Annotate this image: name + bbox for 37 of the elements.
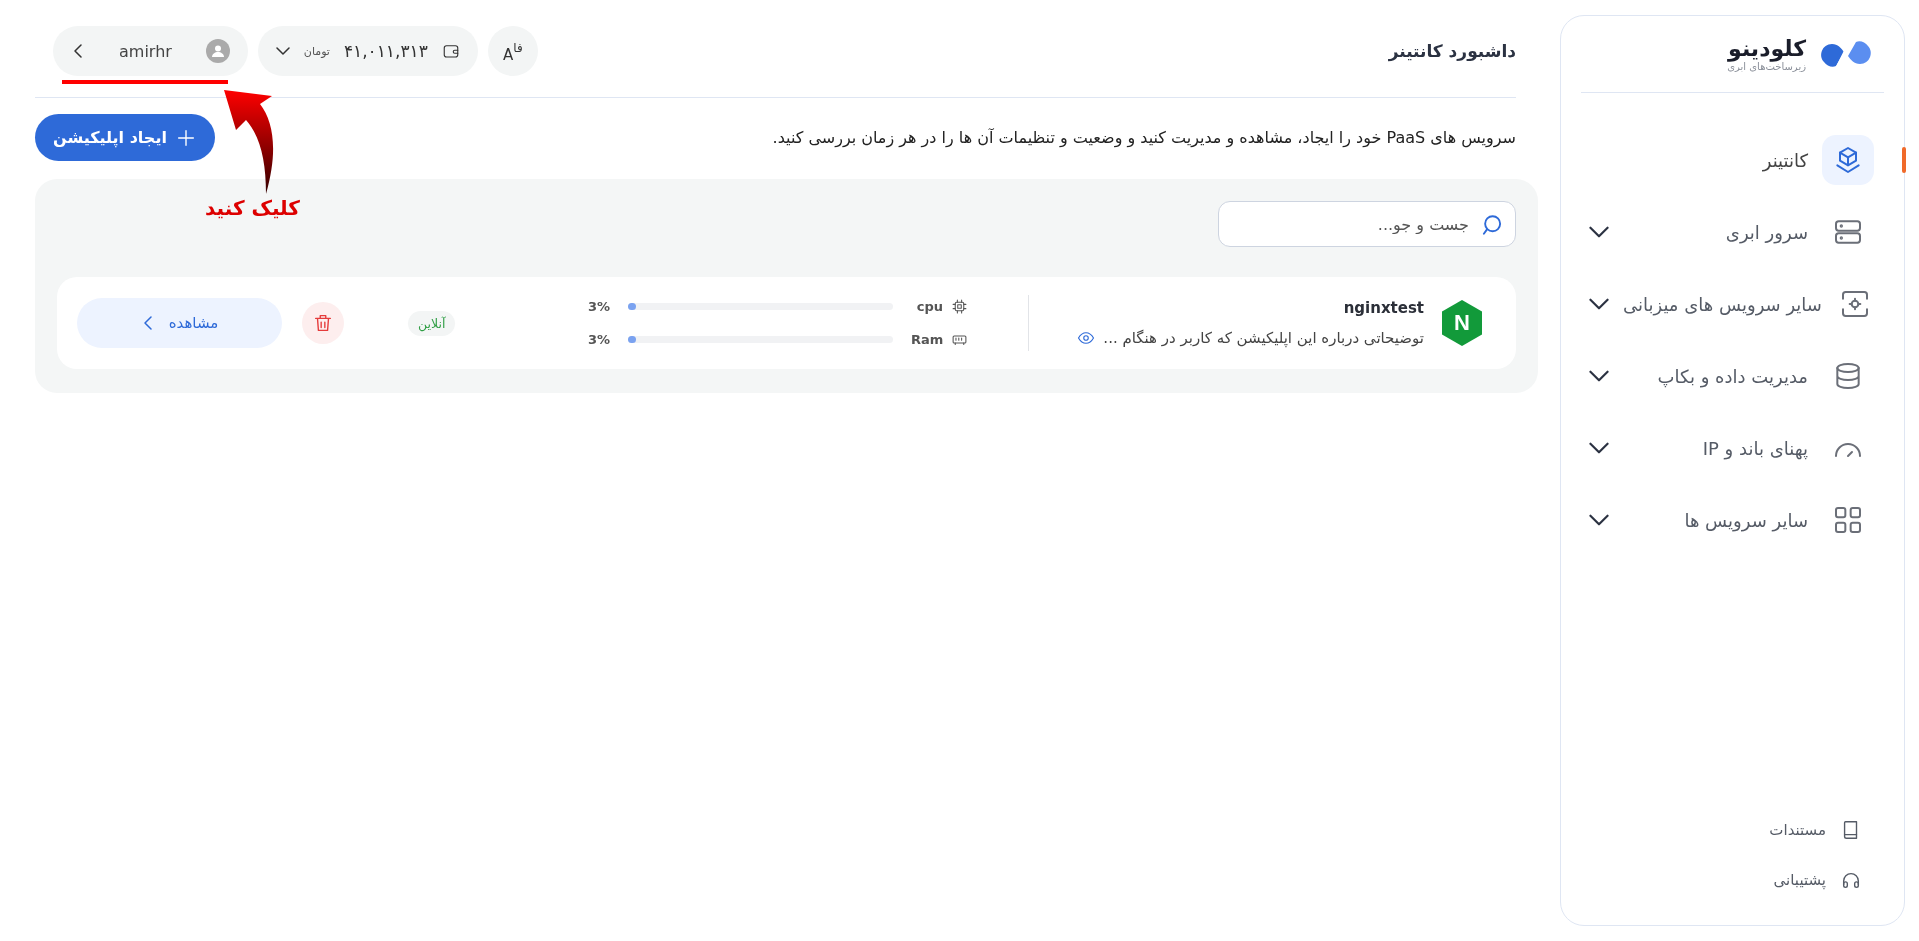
meter-label: cpu [915, 299, 943, 314]
app-description: توضیحاتی درباره این اپلیکیشن که کاربر در هنگام ... [1103, 329, 1424, 347]
search-field[interactable]: جست و جو... [1218, 201, 1516, 247]
meter-reading: 3% [587, 299, 610, 314]
sidebar-link[interactable]: مستندات [1581, 805, 1884, 855]
app-name: nginxtest [1342, 299, 1424, 317]
chevron-down-icon [275, 44, 290, 58]
logo-name: کلودینو [1728, 36, 1806, 61]
sidebar-item[interactable]: پهنای باند و IP [1581, 421, 1884, 475]
sidebar-item[interactable]: کانتینر [1581, 133, 1884, 187]
balance-button[interactable]: ۴۱,۰۱۱,۳۱۳ تومان [257, 26, 478, 76]
chevron-left-icon [71, 44, 85, 58]
meter-label: Ram [911, 332, 943, 347]
sidebar-item[interactable]: مدیریت داده و بکاپ [1581, 349, 1884, 403]
wallet-icon [441, 42, 460, 60]
app-logo: N [1440, 299, 1484, 347]
logo-tagline: زیرساخت‌های ابری [1727, 61, 1806, 72]
active-indicator [1902, 147, 1906, 173]
annotation-text: کلیک کنید [205, 196, 300, 220]
grid-icon [1832, 504, 1864, 536]
sidebar-link[interactable]: پشتیبانی [1581, 855, 1884, 905]
status-badge: آنلاین [408, 310, 456, 336]
user-menu-button[interactable]: amirhr [53, 26, 248, 76]
view-button[interactable]: مشاهده [77, 298, 282, 348]
delete-button[interactable] [302, 302, 344, 344]
sidebar-item[interactable]: سایر سرویس ها [1581, 493, 1884, 547]
page-description: سرویس های PaaS خود را ایجاد، مشاهده و مدیریت کنید و وضعیت و تنظیمات آن ها را در هر زمان بررسی کنید. [772, 128, 1516, 147]
meter-reading: 3% [587, 332, 610, 347]
search-icon [1482, 215, 1502, 235]
page-title: داشبورد کانتینر [1388, 41, 1516, 61]
sidebar-item[interactable]: سرور ابری [1581, 205, 1884, 259]
sidebar-item[interactable]: سایر سرویس های میزبانی [1581, 277, 1884, 331]
eye-icon [1077, 329, 1096, 347]
chip-icon [951, 298, 968, 315]
trash-icon [312, 312, 334, 334]
create-app-button[interactable]: ایجاد اپلیکیشن [35, 114, 215, 161]
avatar-icon [205, 39, 230, 63]
